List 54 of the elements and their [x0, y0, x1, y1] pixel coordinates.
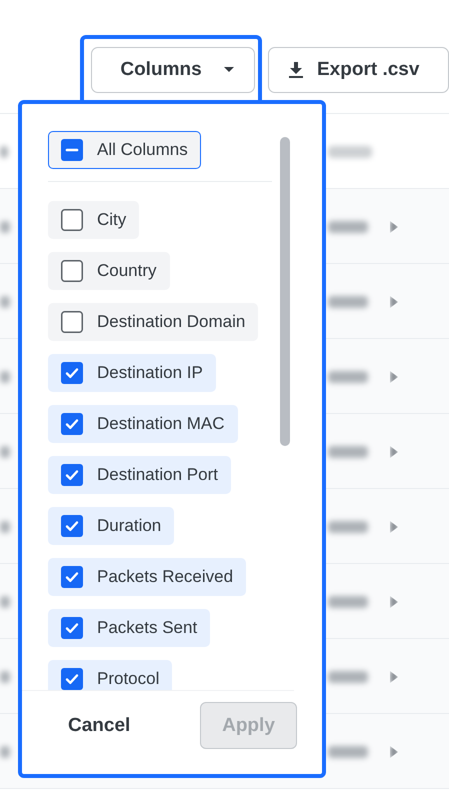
column-option[interactable]: Destination MAC — [48, 405, 238, 443]
blurred-caret-icon — [390, 671, 398, 683]
caret-icon — [224, 67, 234, 73]
blurred-text — [0, 746, 10, 758]
checkbox[interactable] — [61, 209, 83, 231]
blurred-caret-icon — [390, 371, 398, 383]
column-option[interactable]: Packets Sent — [48, 609, 210, 647]
checkbox[interactable] — [61, 668, 83, 690]
blurred-text — [328, 671, 368, 683]
blurred-text — [0, 146, 8, 158]
column-option[interactable]: Destination IP — [48, 354, 216, 392]
blurred-text — [328, 371, 368, 383]
checkbox[interactable] — [61, 515, 83, 537]
scrollbar[interactable] — [280, 137, 290, 446]
blurred-text — [328, 596, 368, 608]
cancel-button[interactable]: Cancel — [50, 706, 148, 744]
column-option[interactable]: Duration — [48, 507, 174, 545]
blurred-text — [328, 521, 368, 533]
blurred-text — [328, 146, 372, 158]
blurred-text — [0, 671, 10, 683]
download-icon — [289, 62, 303, 78]
blurred-caret-icon — [390, 446, 398, 458]
blurred-text — [0, 521, 10, 533]
column-option[interactable]: Destination Port — [48, 456, 231, 494]
checkbox[interactable] — [61, 311, 83, 333]
checkbox[interactable] — [61, 260, 83, 282]
blurred-caret-icon — [390, 521, 398, 533]
blurred-text — [328, 221, 368, 233]
blurred-text — [0, 446, 10, 458]
blurred-text — [328, 446, 368, 458]
column-option[interactable]: Protocol — [48, 660, 172, 690]
blurred-text — [0, 596, 10, 608]
select-all-checkbox[interactable]: All Columns — [48, 131, 201, 169]
blurred-caret-icon — [390, 596, 398, 608]
checkbox[interactable] — [61, 413, 83, 435]
checkbox[interactable] — [61, 464, 83, 486]
checkbox[interactable] — [61, 566, 83, 588]
column-option[interactable]: City — [48, 201, 140, 239]
blurred-caret-icon — [390, 746, 398, 758]
columns-dropdown-button[interactable]: Columns — [91, 47, 255, 93]
column-option[interactable]: Destination Domain — [48, 303, 258, 341]
blurred-text — [0, 296, 10, 308]
blurred-text — [328, 296, 368, 308]
blurred-text — [328, 746, 368, 758]
column-option[interactable]: Country — [48, 252, 170, 290]
blurred-caret-icon — [390, 221, 398, 233]
blurred-text — [0, 371, 10, 383]
checkbox[interactable] — [61, 362, 83, 384]
checkbox[interactable] — [61, 139, 83, 161]
blurred-caret-icon — [390, 296, 398, 308]
column-option[interactable]: Packets Received — [48, 558, 246, 596]
checkbox[interactable] — [61, 617, 83, 639]
blurred-text — [0, 221, 10, 233]
export-button[interactable]: Export .csv — [268, 47, 449, 93]
